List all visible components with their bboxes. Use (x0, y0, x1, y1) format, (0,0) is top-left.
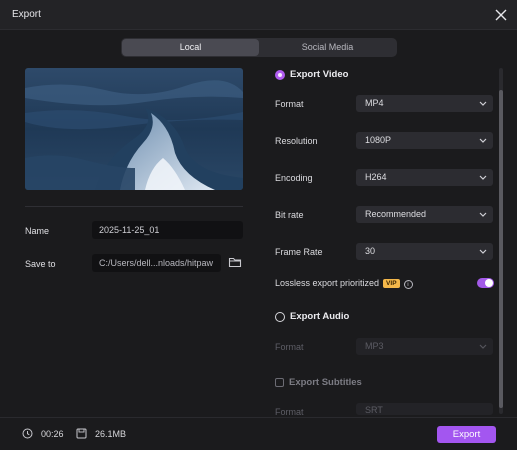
radio-unselected-icon[interactable] (275, 311, 285, 322)
title-bar: Export (0, 0, 517, 30)
export-audio-label: Export Audio (290, 311, 350, 322)
resolution-value: 1080P (365, 135, 392, 145)
scrollbar[interactable] (499, 68, 503, 414)
save-path-field[interactable]: C:/Users/dell...nloads/hitpaw (92, 254, 221, 272)
chevron-down-icon (479, 212, 487, 217)
bitrate-select[interactable]: Recommended (356, 206, 493, 223)
bitrate-label: Bit rate (275, 210, 304, 220)
lossless-toggle[interactable] (477, 278, 494, 288)
chevron-down-icon (479, 344, 487, 349)
encoding-select[interactable]: H264 (356, 169, 493, 186)
chevron-down-icon (479, 175, 487, 180)
checkbox-icon[interactable] (275, 378, 284, 387)
close-icon[interactable] (493, 7, 509, 23)
export-subtitles-option[interactable]: Export Subtitles (275, 377, 362, 388)
format-select[interactable]: MP4 (356, 95, 493, 112)
export-video-label: Export Video (290, 69, 349, 80)
chevron-down-icon (479, 138, 487, 143)
audio-format-value: MP3 (365, 341, 384, 351)
export-video-option[interactable]: Export Video (275, 69, 348, 80)
footer-bar: 00:26 26.1MB Export (0, 417, 517, 450)
name-input[interactable]: 2025-11-25_01 (92, 221, 243, 239)
subtitles-format-value: SRT (365, 405, 383, 415)
file-size-value: 26.1MB (95, 428, 127, 439)
framerate-select[interactable]: 30 (356, 243, 493, 260)
resolution-label: Resolution (275, 136, 318, 146)
subtitles-format-select[interactable]: SRT (356, 403, 493, 415)
name-label: Name (25, 226, 50, 236)
chevron-down-icon (479, 101, 487, 106)
vip-badge: VIP (383, 279, 400, 288)
chevron-down-icon (479, 249, 487, 254)
info-icon[interactable]: i (403, 280, 413, 289)
video-preview-thumbnail (25, 68, 243, 190)
export-button[interactable]: Export (437, 426, 496, 443)
scrollbar-thumb[interactable] (499, 90, 503, 408)
subtitles-format-label: Format (275, 407, 304, 417)
bitrate-value: Recommended (365, 209, 427, 219)
lossless-row: Lossless export prioritized VIP i (275, 278, 413, 289)
window-title: Export (12, 9, 41, 20)
format-value: MP4 (365, 98, 384, 108)
folder-icon[interactable] (228, 255, 242, 269)
save-disk-icon (76, 428, 87, 439)
duration-value: 00:26 (41, 428, 64, 439)
encoding-label: Encoding (275, 173, 313, 183)
lossless-label: Lossless export prioritized (275, 278, 380, 288)
export-audio-option[interactable]: Export Audio (275, 311, 349, 322)
duration-info: 00:26 (22, 428, 64, 439)
audio-format-select[interactable]: MP3 (356, 338, 493, 355)
tab-local[interactable]: Local (122, 39, 259, 56)
toggle-knob (485, 279, 493, 287)
radio-selected-icon[interactable] (275, 69, 285, 80)
export-tabs: Local Social Media (121, 38, 397, 57)
save-to-label: Save to (25, 259, 56, 269)
resolution-select[interactable]: 1080P (356, 132, 493, 149)
format-label: Format (275, 99, 304, 109)
file-size-info: 26.1MB (76, 428, 126, 439)
encoding-value: H264 (365, 172, 387, 182)
framerate-label: Frame Rate (275, 247, 323, 257)
divider (25, 206, 243, 207)
clock-icon (22, 428, 33, 439)
tab-social-media[interactable]: Social Media (259, 39, 396, 56)
export-subtitles-label: Export Subtitles (289, 377, 362, 388)
framerate-value: 30 (365, 246, 376, 256)
audio-format-label: Format (275, 342, 304, 352)
